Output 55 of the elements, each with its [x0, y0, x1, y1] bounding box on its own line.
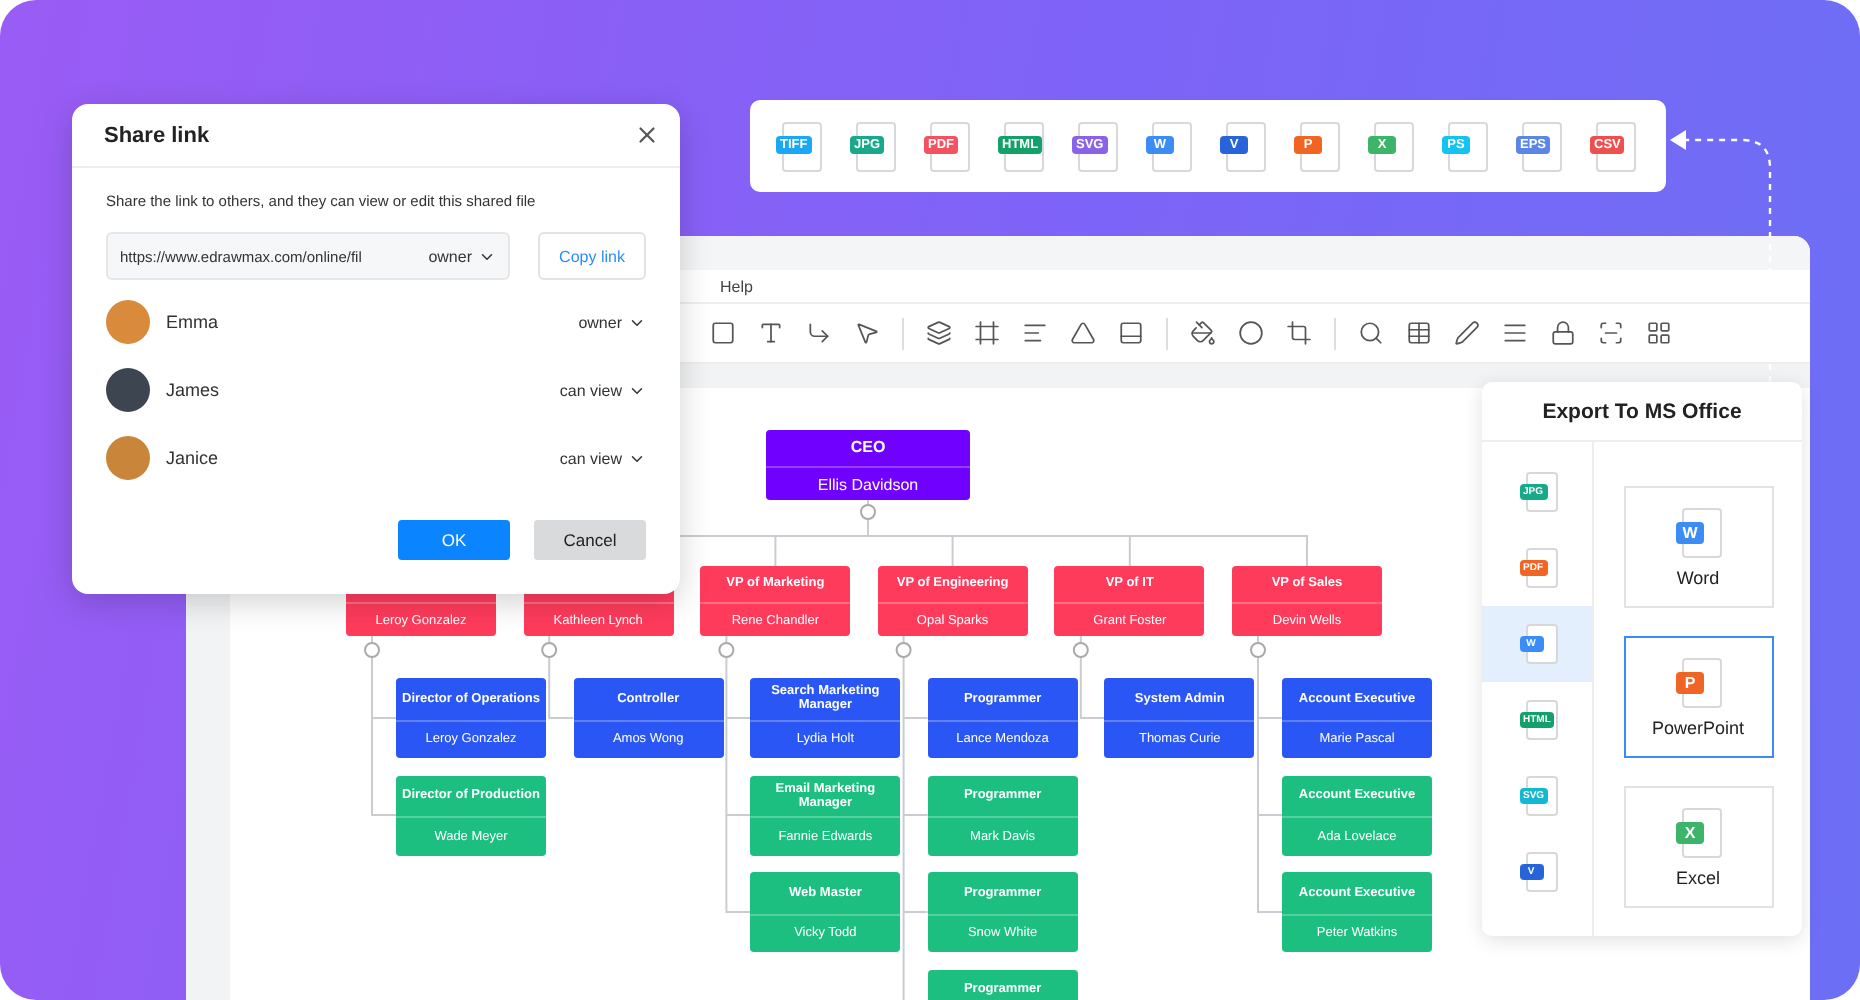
- collapse-toggle-icon[interactable]: [1250, 642, 1266, 658]
- connector-line: [1079, 635, 1106, 719]
- panel-title: Export To MS Office: [1482, 382, 1802, 442]
- person-name: Janice: [166, 448, 221, 468]
- fill-icon[interactable]: [1190, 320, 1216, 346]
- option-label: Excel: [1675, 867, 1720, 887]
- ok-button[interactable]: OK: [398, 520, 510, 560]
- text-icon[interactable]: [758, 320, 784, 346]
- close-icon[interactable]: [634, 122, 660, 148]
- avatar: [106, 368, 150, 412]
- collapse-toggle-icon[interactable]: [364, 642, 380, 658]
- layers-icon[interactable]: [926, 320, 952, 346]
- format-label: P: [1676, 671, 1704, 695]
- person-name: Emma: [166, 312, 221, 332]
- collapse-toggle-icon[interactable]: [860, 504, 876, 520]
- align-icon[interactable]: [1022, 320, 1048, 346]
- pen-icon[interactable]: [1454, 320, 1480, 346]
- crop-icon[interactable]: [1286, 320, 1312, 346]
- person-name: James: [166, 380, 222, 400]
- scan-icon[interactable]: [1598, 320, 1624, 346]
- frame-icon[interactable]: [974, 320, 1000, 346]
- permission-dropdown[interactable]: can view: [559, 449, 646, 467]
- format-label: W: [1676, 521, 1704, 545]
- circle-icon[interactable]: [1238, 320, 1264, 346]
- avatar: [106, 300, 150, 344]
- node-name: Ellis Davidson: [815, 473, 921, 497]
- permission-dropdown[interactable]: owner: [428, 247, 496, 265]
- connector-icon[interactable]: [806, 320, 832, 346]
- panel-icon[interactable]: [1118, 320, 1144, 346]
- grid-icon[interactable]: [1646, 320, 1672, 346]
- connector-line: [548, 635, 575, 719]
- collapse-toggle-icon[interactable]: [541, 642, 558, 658]
- dialog-title: Share link: [104, 123, 210, 147]
- rectangle-icon[interactable]: [710, 320, 736, 346]
- pointer-icon[interactable]: [854, 320, 880, 346]
- triangle-icon[interactable]: [1070, 320, 1096, 346]
- table-icon[interactable]: [1406, 320, 1432, 346]
- permission-dropdown[interactable]: can view: [559, 381, 646, 399]
- cancel-button[interactable]: Cancel: [534, 520, 646, 560]
- collapse-toggle-icon[interactable]: [895, 642, 912, 658]
- lines-icon[interactable]: [1502, 320, 1528, 346]
- format-label: X: [1676, 821, 1704, 845]
- export-option[interactable]: P PowerPoint: [1623, 636, 1773, 758]
- collapse-toggle-icon[interactable]: [718, 642, 735, 658]
- option-label: PowerPoint: [1651, 717, 1745, 737]
- export-option[interactable]: X Excel: [1623, 786, 1773, 908]
- collapse-toggle-icon[interactable]: [1072, 642, 1089, 658]
- avatar: [106, 436, 150, 480]
- search-icon[interactable]: [1358, 320, 1384, 346]
- export-option[interactable]: W Word: [1623, 486, 1773, 608]
- lock-icon[interactable]: [1550, 320, 1576, 346]
- option-label: Word: [1676, 567, 1720, 587]
- permission-dropdown[interactable]: owner: [578, 313, 646, 331]
- node-title: CEO: [766, 430, 970, 468]
- menu-item[interactable]: Help: [720, 277, 753, 295]
